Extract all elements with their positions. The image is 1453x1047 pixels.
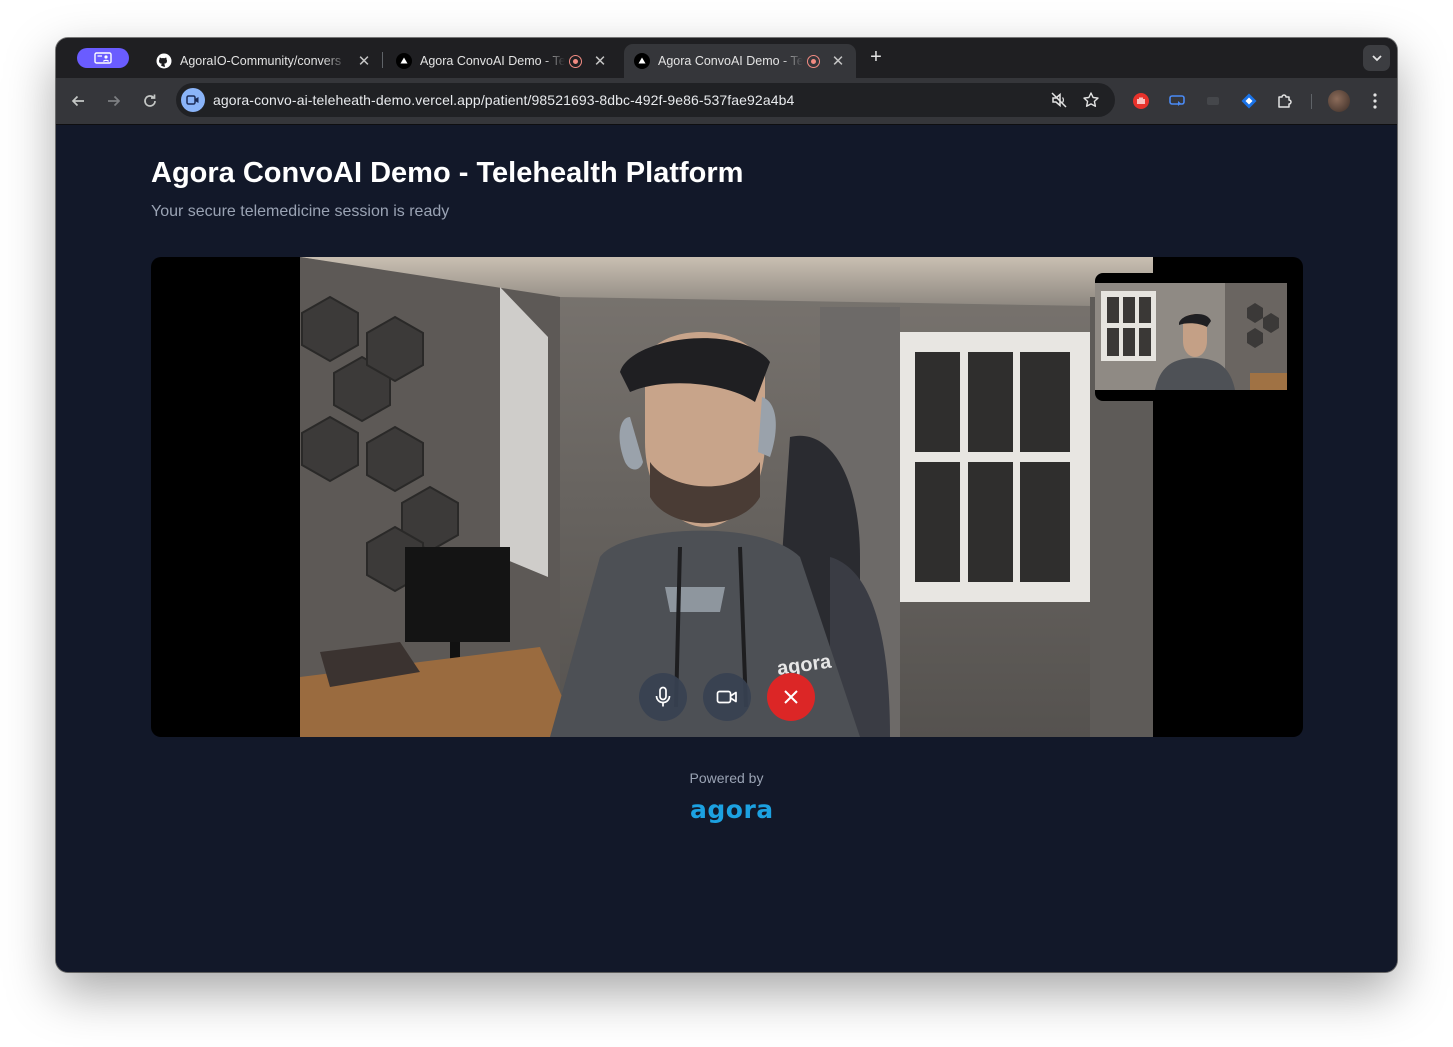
tab-convoai-1[interactable]: Agora ConvoAI Demo - Te ✕ <box>386 44 622 78</box>
extension-dim-icon[interactable] <box>1203 91 1223 111</box>
tab-title: Agora ConvoAI Demo - Te <box>658 54 803 68</box>
microphone-icon <box>655 686 671 707</box>
arrow-left-icon <box>71 95 84 107</box>
tab-search-button[interactable] <box>1363 45 1390 71</box>
profile-card-icon <box>94 52 112 64</box>
extension-stop-icon[interactable] <box>1131 91 1151 111</box>
close-tab-icon[interactable]: ✕ <box>830 52 846 70</box>
local-video-pip[interactable] <box>1095 273 1287 401</box>
site-camera-icon[interactable] <box>181 88 205 112</box>
page-title: Agora ConvoAI Demo - Telehealth Platform <box>151 157 744 189</box>
close-tab-icon[interactable]: ✕ <box>592 52 608 70</box>
arrow-right-icon <box>108 95 121 107</box>
remote-video-frame: agora <box>300 257 1153 737</box>
remote-video: agora <box>300 257 1153 737</box>
extension-cast-icon[interactable] <box>1167 91 1187 111</box>
end-call-button[interactable] <box>767 673 815 721</box>
tab-title: Agora ConvoAI Demo - Te <box>420 54 565 68</box>
close-tab-icon[interactable]: ✕ <box>356 52 372 70</box>
toolbar-divider <box>1311 94 1312 109</box>
tab-github[interactable]: AgoraIO-Community/convers ✕ <box>146 44 382 78</box>
extensions-puzzle-icon[interactable] <box>1275 91 1295 111</box>
tab-convoai-active[interactable]: Agora ConvoAI Demo - Te ✕ <box>624 44 856 78</box>
reload-button[interactable] <box>139 90 161 112</box>
reload-icon <box>144 94 156 107</box>
recording-icon <box>569 54 582 68</box>
local-video <box>1095 283 1287 390</box>
chevron-down-icon <box>1371 55 1382 62</box>
profile-avatar[interactable] <box>1328 90 1350 112</box>
browser-menu-icon[interactable] <box>1365 91 1385 111</box>
toggle-camera-button[interactable] <box>703 673 751 721</box>
call-controls <box>639 673 815 721</box>
agora-logo[interactable]: agora <box>690 795 774 824</box>
github-icon <box>156 53 172 69</box>
extension-diamond-icon[interactable] <box>1239 91 1259 111</box>
bookmark-star-icon[interactable] <box>1082 91 1100 109</box>
tab-title: AgoraIO-Community/convers <box>180 54 342 68</box>
close-icon <box>784 690 798 704</box>
tab-strip: AgoraIO-Community/convers ✕ Agora ConvoA… <box>56 38 1397 78</box>
vercel-icon <box>396 53 412 69</box>
powered-by-text: Powered by <box>689 770 764 786</box>
vercel-icon <box>634 53 650 69</box>
local-video-frame <box>1095 283 1287 390</box>
back-button[interactable] <box>67 90 89 112</box>
browser-toolbar: agora-convo-ai-teleheath-demo.vercel.app… <box>56 78 1397 125</box>
new-tab-button[interactable]: + <box>866 46 886 69</box>
url-text[interactable]: agora-convo-ai-teleheath-demo.vercel.app… <box>213 92 794 108</box>
mute-microphone-button[interactable] <box>639 673 687 721</box>
page-content: Agora ConvoAI Demo - Telehealth Platform… <box>56 125 1397 972</box>
browser-window: AgoraIO-Community/convers ✕ Agora ConvoA… <box>56 38 1397 972</box>
address-bar[interactable]: agora-convo-ai-teleheath-demo.vercel.app… <box>176 83 1115 117</box>
tab-divider <box>382 52 383 68</box>
forward-button[interactable] <box>103 90 125 112</box>
profile-pill[interactable] <box>77 48 129 68</box>
video-stage: agora <box>151 257 1303 737</box>
recording-icon <box>807 54 820 68</box>
page-subtitle: Your secure telemedicine session is read… <box>151 203 450 220</box>
video-camera-icon <box>716 690 737 704</box>
tab-muted-icon[interactable] <box>1050 91 1068 109</box>
